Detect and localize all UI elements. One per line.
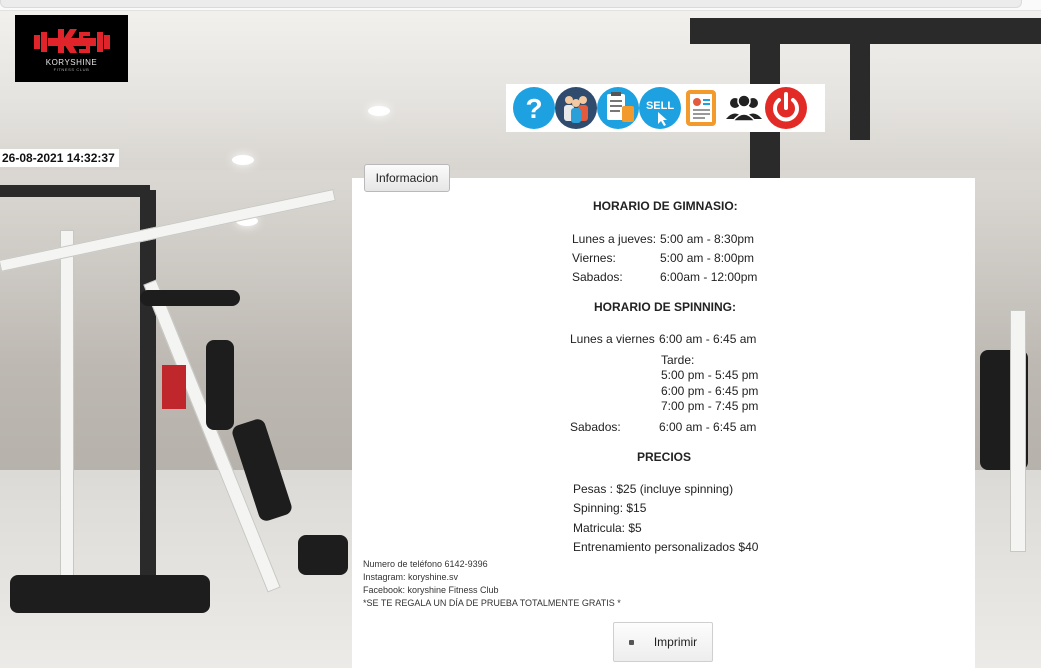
spinning-afternoon-label: Tarde: [661, 353, 695, 367]
contact-phone: Numero de teléfono 6142-9396 [363, 559, 488, 569]
machine-frame [0, 189, 336, 272]
gym-schedule-hours: 5:00 am - 8:00pm [660, 251, 755, 265]
ceiling-light [232, 155, 254, 165]
print-button[interactable]: Imprimir [613, 622, 713, 662]
power-icon[interactable] [764, 86, 808, 130]
spinning-afternoon-slot: 7:00 pm - 7:45 pm [661, 399, 759, 413]
machine-frame [0, 185, 150, 197]
spinning-saturday-hours: 6:00 am - 6:45 am [659, 420, 757, 434]
price-item: Entrenamiento personalizados $40 [573, 540, 759, 554]
machine-frame [60, 230, 74, 592]
prices-title: PRECIOS [637, 450, 692, 464]
logo-tagline-text: FITNESS CLUB [53, 66, 90, 72]
spinning-weekday-morning: 6:00 am - 6:45 am [659, 332, 757, 346]
print-button-label: Imprimir [653, 635, 698, 649]
printer-icon [628, 639, 634, 645]
main-toolbar: ? SELL [506, 84, 825, 132]
machine-frame [1010, 310, 1026, 552]
gym-schedule-day: Lunes a jueves: [572, 232, 657, 246]
sell-icon[interactable]: SELL [638, 86, 682, 130]
gym-schedule-hours: 5:00 am - 8:30pm [660, 232, 755, 246]
dumbbell-logo-icon [33, 28, 110, 53]
spinning-weekday-label: Lunes a viernes [570, 332, 655, 346]
gym-schedule-day: Sabados: [572, 270, 623, 284]
users-group-icon[interactable] [722, 86, 766, 130]
members-icon[interactable] [554, 86, 598, 130]
machine-pad [10, 575, 210, 613]
svg-text:SELL: SELL [646, 100, 674, 112]
spinning-afternoon-slot: 6:00 pm - 6:45 pm [661, 384, 759, 398]
machine-pad [206, 340, 234, 430]
current-datetime: 26-08-2021 14:32:37 [0, 149, 119, 167]
gym-schedule-title: HORARIO DE GIMNASIO: [593, 199, 738, 213]
koryshine-logo[interactable]: KORYSHINE FITNESS CLUB [15, 15, 128, 82]
red-poster [162, 365, 186, 409]
machine-frame [140, 190, 156, 610]
informacion-button[interactable]: Informacion [364, 164, 450, 192]
browser-top-strip [0, 0, 1041, 11]
logo-brand-text: KORYSHINE [45, 57, 98, 67]
reports-icon[interactable] [680, 86, 724, 130]
price-item: Matricula: $5 [573, 521, 642, 535]
gym-schedule-day: Viernes: [572, 251, 616, 265]
info-panel: HORARIO DE GIMNASIO: Lunes a jueves: 5:0… [352, 178, 975, 668]
machine-pad [298, 535, 348, 575]
machine-frame [850, 30, 870, 140]
help-icon[interactable]: ? [512, 86, 556, 130]
spinning-saturday-label: Sabados: [570, 420, 621, 434]
machine-pad [140, 290, 240, 306]
price-item: Pesas : $25 (incluye spinning) [573, 482, 734, 496]
contact-facebook: Facebook: koryshine Fitness Club [363, 585, 499, 595]
contact-instagram: Instagram: koryshine.sv [363, 572, 459, 582]
spinning-afternoon-slot: 5:00 pm - 5:45 pm [661, 368, 759, 382]
svg-text:?: ? [525, 93, 542, 124]
promo-text: *SE TE REGALA UN DÍA DE PRUEBA TOTALMENT… [363, 598, 621, 608]
spinning-schedule-title: HORARIO DE SPINNING: [594, 300, 737, 314]
ceiling-light [368, 106, 390, 116]
price-item: Spinning: $15 [573, 501, 647, 515]
gym-schedule-hours: 6:00am - 12:00pm [660, 270, 758, 284]
clipboard-icon[interactable] [596, 86, 640, 130]
